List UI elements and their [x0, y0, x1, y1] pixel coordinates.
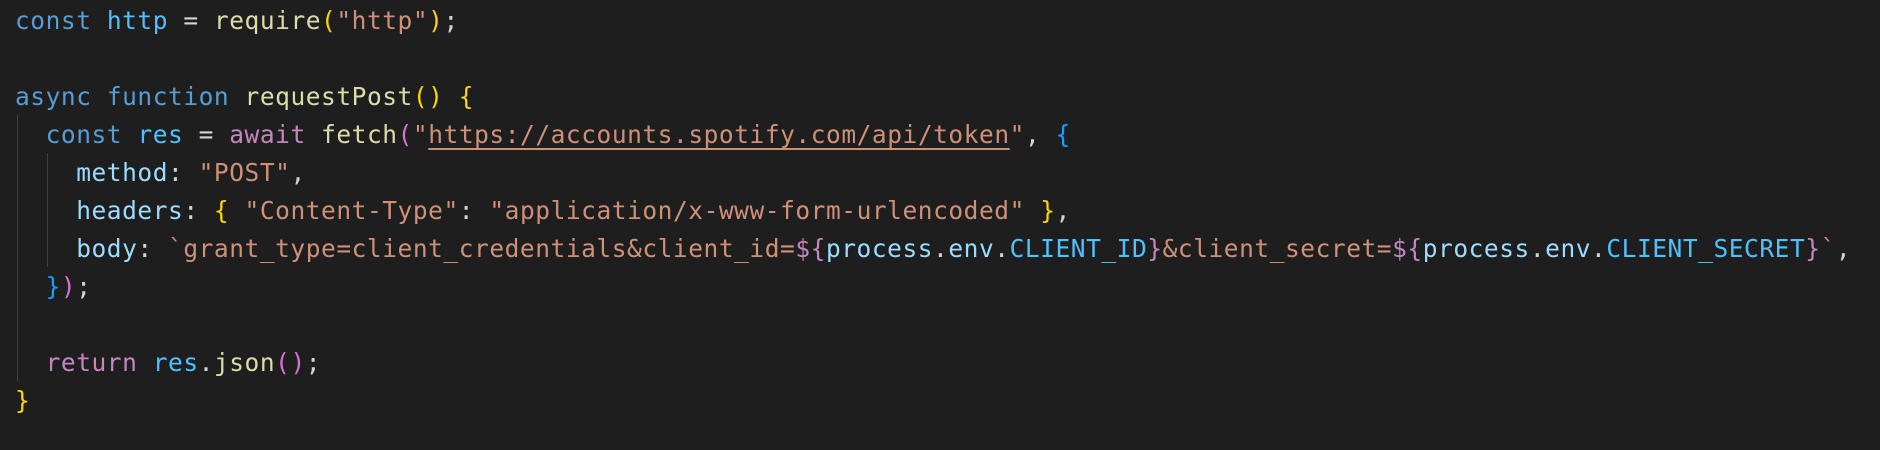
bracket-token: }: [45, 272, 61, 301]
punctuation-token: .: [994, 234, 1010, 263]
control-keyword-token: await: [229, 120, 306, 149]
string-token: "http": [336, 6, 429, 35]
punctuation-token: ;: [305, 348, 322, 377]
string-token: "Content-Type": [244, 196, 459, 225]
control-keyword-token: return: [45, 348, 138, 377]
punctuation-token: .: [1529, 234, 1546, 263]
punctuation-token: ,: [1024, 120, 1056, 149]
string-token: `: [1820, 234, 1836, 263]
property-token: env: [1545, 234, 1592, 263]
bracket-token: {: [1055, 120, 1071, 149]
bracket-token: {: [213, 196, 230, 225]
constant-token: CLIENT_ID: [1009, 234, 1148, 263]
string-token: &client_secret=: [1162, 234, 1393, 263]
punctuation-token: [15, 158, 76, 187]
bracket-token: ): [428, 6, 444, 35]
punctuation-token: [229, 82, 244, 111]
control-keyword-token: }: [1147, 234, 1163, 263]
punctuation-token: [15, 272, 46, 301]
keyword-token: const: [15, 6, 92, 35]
bracket-token: (): [412, 82, 444, 111]
property-token: body: [76, 234, 138, 263]
string-token: "POST": [198, 158, 291, 187]
string-token: ": [1009, 120, 1025, 149]
string-token: ": [412, 120, 429, 149]
keyword-token: async: [15, 82, 92, 111]
code-line: return res.json();: [15, 344, 321, 382]
control-keyword-token: }: [1805, 234, 1821, 263]
property-token: process: [1422, 234, 1530, 263]
property-token: method: [76, 158, 169, 187]
punctuation-token: [229, 196, 244, 225]
punctuation-token: ;: [443, 6, 459, 35]
control-keyword-token: ${: [795, 234, 826, 263]
punctuation-token: ;: [76, 272, 92, 301]
bracket-token: }: [15, 386, 31, 415]
function-token: require: [213, 6, 322, 35]
punctuation-token: [306, 120, 321, 149]
punctuation-token: [15, 120, 46, 149]
code-editor[interactable]: const http = require("http"); async funct…: [0, 0, 1880, 450]
punctuation-token: :: [458, 196, 490, 225]
punctuation-token: [443, 82, 458, 111]
string-token: "application/x-www-form-urlencoded": [489, 196, 1025, 225]
bracket-token: ): [60, 272, 77, 301]
punctuation-token: :: [168, 158, 199, 187]
code-line: });: [15, 268, 92, 306]
variable-token: http: [106, 6, 169, 35]
code-line: body: `grant_type=client_credentials&cli…: [15, 230, 1851, 268]
punctuation-token: [15, 234, 76, 263]
code-line: const http = require("http");: [15, 2, 459, 40]
bracket-token: }: [1040, 196, 1056, 225]
punctuation-token: .: [933, 234, 949, 263]
punctuation-token: [1025, 196, 1040, 225]
property-token: headers: [76, 196, 184, 225]
punctuation-token: ,: [1055, 196, 1071, 225]
bracket-token: (: [397, 120, 413, 149]
punctuation-token: [122, 120, 137, 149]
variable-token: res: [152, 348, 199, 377]
keyword-token: const: [45, 120, 123, 149]
punctuation-token: :: [137, 234, 169, 263]
punctuation-token: =: [168, 6, 214, 35]
punctuation-token: [92, 82, 107, 111]
string-token: `grant_type=client_credentials&client_id…: [168, 234, 796, 263]
code-line: headers: { "Content-Type": "application/…: [15, 192, 1071, 230]
punctuation-token: ,: [1835, 234, 1852, 263]
function-token: requestPost: [244, 82, 413, 111]
punctuation-token: .: [198, 348, 214, 377]
keyword-token: function: [106, 82, 230, 111]
punctuation-token: [15, 196, 76, 225]
code-line: method: "POST",: [15, 154, 306, 192]
punctuation-token: =: [183, 120, 230, 149]
function-token: json: [213, 348, 276, 377]
variable-token: res: [137, 120, 184, 149]
code-line: async function requestPost() {: [15, 78, 474, 116]
property-token: process: [825, 234, 934, 263]
punctuation-token: :: [183, 196, 214, 225]
code-line: const res = await fetch("https://account…: [15, 116, 1071, 154]
punctuation-token: [15, 348, 46, 377]
bracket-token: (: [321, 6, 337, 35]
punctuation-token: [137, 348, 152, 377]
bracket-token: (): [275, 348, 306, 377]
punctuation-token: [92, 6, 107, 35]
bracket-token: {: [458, 82, 475, 111]
code-line: }: [15, 382, 30, 420]
function-token: fetch: [321, 120, 398, 149]
control-keyword-token: ${: [1392, 234, 1423, 263]
punctuation-token: .: [1591, 234, 1607, 263]
property-token: env: [948, 234, 995, 263]
url-link[interactable]: https://accounts.spotify.com/api/token: [428, 120, 1009, 149]
constant-token: CLIENT_SECRET: [1606, 234, 1806, 263]
punctuation-token: ,: [290, 158, 306, 187]
